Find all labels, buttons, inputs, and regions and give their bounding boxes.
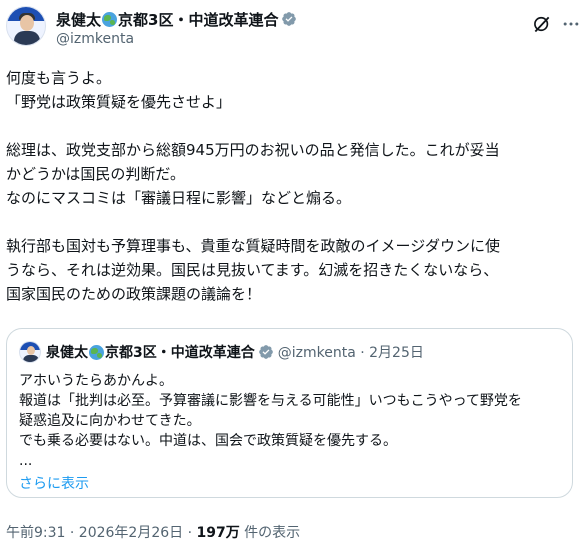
tweet-line: なのにマスコミは「審議日程に影響」などと煽る。	[6, 189, 352, 207]
verified-badge-icon	[258, 345, 273, 359]
tweet-line: かどうかは国民の判断だ。	[6, 165, 185, 183]
quoted-tweet-header: 泉健太 京都3区・中道改革連合 @izmkenta · 2月25日	[19, 341, 424, 363]
quoted-author-name-suffix: 京都3区・中道改革連合	[105, 345, 255, 361]
tweet-meta: 午前9:31 · 2026年2月26日 · 197万 件の表示	[6, 522, 300, 542]
show-more-link[interactable]: さらに表示	[19, 473, 89, 493]
author-name-suffix[interactable]: 京都3区・中道改革連合	[118, 9, 278, 30]
quoted-line: 報道は「批判は必至。予算審議に影響を与える可能性」いつもこうやって野党を	[19, 393, 522, 409]
tweet-line: 総理は、政党支部から総額945万円のお祝いの品と発信した。これが妥当	[6, 141, 500, 159]
avatar[interactable]	[6, 6, 46, 46]
earth-globe-icon	[102, 11, 118, 27]
quoted-line: ...	[19, 453, 33, 469]
verified-badge-icon	[282, 12, 297, 26]
tweet-body: 何度も言うよ。 「野党は政策質疑を優先させよ」 総理は、政党支部から総額945万…	[6, 66, 579, 306]
quoted-tweet-body: アホいうたらあかんよ。 報道は「批判は必至。予算審議に影響を与える可能性」いつも…	[19, 371, 564, 471]
tweet-header: 泉健太 京都3区・中道改革連合 @izmkenta	[6, 6, 579, 54]
tweet-line: 「野党は政策質疑を優先させよ」	[6, 93, 232, 111]
view-count: 197万	[196, 525, 240, 541]
author-name[interactable]: 泉健太	[56, 9, 101, 30]
view-label: 件の表示	[239, 525, 301, 541]
tweet-line: 何度も言うよ。	[6, 69, 112, 87]
author-handle[interactable]: @izmkenta	[56, 31, 134, 47]
tweet-line: 執行部も国対も予算理事も、貴重な質疑時間を政敵のイメージダウンに使	[6, 237, 500, 255]
quoted-line: アホいうたらあかんよ。	[19, 373, 173, 389]
more-options-icon[interactable]	[561, 14, 581, 34]
quoted-handle-date: @izmkenta · 2月25日	[277, 345, 424, 361]
earth-globe-icon	[89, 344, 104, 360]
grok-icon[interactable]	[532, 14, 552, 34]
timestamp[interactable]: 午前9:31 · 2026年2月26日 ·	[6, 525, 197, 541]
quoted-author-name: 泉健太	[46, 345, 88, 361]
tweet-line: うなら、それは逆効果。国民は見抜いてます。幻滅を招きたくないなら、	[6, 261, 499, 279]
quoted-line: 疑惑追及に向かわせてきた。	[19, 413, 201, 429]
tweet-line: 国家国民のための政策課題の議論を！	[6, 285, 262, 303]
quoted-line: でも乗る必要はない。中道は、国会で政策質疑を優先する。	[19, 433, 397, 449]
quoted-tweet-card[interactable]: 泉健太 京都3区・中道改革連合 @izmkenta · 2月25日 アホいうたら…	[6, 328, 573, 498]
author-name-line[interactable]: 泉健太 京都3区・中道改革連合	[56, 9, 297, 29]
quoted-avatar	[19, 341, 41, 363]
